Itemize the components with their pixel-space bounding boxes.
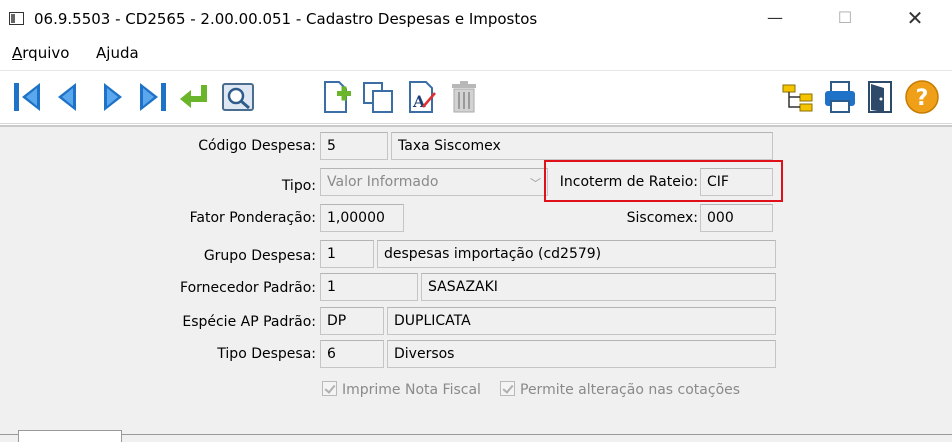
fornecedor-padrao-code-field[interactable]: 1 — [320, 273, 418, 301]
siscomex-field[interactable]: 000 — [700, 204, 773, 232]
tipo-select[interactable]: Valor Informado ﹀ — [320, 168, 548, 196]
tipo-despesa-code-field[interactable]: 6 — [320, 340, 384, 368]
codigo-despesa-label: Código Despesa: — [198, 138, 316, 154]
grupo-despesa-label: Grupo Despesa: — [203, 248, 316, 264]
tipo-select-value: Valor Informado — [327, 174, 439, 190]
maximize-button[interactable]: ☐ — [822, 0, 868, 38]
tipo-label: Tipo: — [281, 178, 316, 194]
permite-alteracao-checkbox[interactable]: Permite alteração nas cotações — [500, 381, 740, 398]
tipo-despesa-label: Tipo Despesa: — [217, 346, 316, 362]
exit-icon[interactable] — [862, 79, 898, 115]
app-window-icon — [9, 12, 24, 25]
fornecedor-padrao-desc-field: SASAZAKI — [421, 273, 776, 301]
toolbar: A ? — [0, 70, 952, 124]
grupo-despesa-code-field[interactable]: 1 — [320, 240, 374, 268]
copy-record-icon[interactable] — [360, 79, 396, 115]
menu-arquivo[interactable]: Arquivo — [12, 44, 69, 62]
print-icon[interactable] — [822, 79, 858, 115]
fator-ponderacao-field[interactable]: 1,00000 — [320, 204, 404, 232]
fator-ponderacao-label: Fator Ponderação: — [189, 210, 316, 226]
tab-strip — [0, 434, 952, 442]
tree-icon[interactable] — [780, 79, 816, 115]
window-title: 06.9.5503 - CD2565 - 2.00.00.051 - Cadas… — [34, 10, 538, 28]
imprime-nota-fiscal-label: Imprime Nota Fiscal — [342, 382, 481, 398]
especie-ap-label: Espécie AP Padrão: — [182, 314, 316, 330]
last-record-icon[interactable] — [134, 79, 170, 115]
menu-ajuda[interactable]: Ajuda — [96, 44, 139, 62]
incoterm-highlight-box — [544, 160, 783, 202]
edit-record-icon[interactable]: A — [404, 79, 440, 115]
imprime-nota-fiscal-checkbox[interactable]: Imprime Nota Fiscal — [322, 381, 481, 398]
minimize-button[interactable]: — — [752, 0, 798, 38]
codigo-despesa-code-field[interactable]: 5 — [320, 132, 388, 160]
checkbox-checked-icon — [322, 381, 337, 396]
next-record-icon[interactable] — [94, 79, 130, 115]
previous-record-icon[interactable] — [50, 79, 86, 115]
grupo-despesa-desc-field: despesas importação (cd2579) — [377, 240, 776, 268]
return-icon[interactable] — [176, 79, 212, 115]
checkbox-checked-icon — [500, 381, 515, 396]
svg-text:A: A — [412, 92, 426, 111]
siscomex-label: Siscomex: — [626, 210, 698, 226]
first-record-icon[interactable] — [10, 79, 46, 115]
codigo-despesa-desc-field: Taxa Siscomex — [391, 132, 773, 160]
new-record-icon[interactable] — [318, 79, 354, 115]
chevron-down-icon: ﹀ — [530, 177, 541, 190]
fornecedor-padrao-label: Fornecedor Padrão: — [180, 280, 316, 296]
title-bar: 06.9.5503 - CD2565 - 2.00.00.051 - Cadas… — [0, 0, 952, 38]
permite-alteracao-label: Permite alteração nas cotações — [520, 382, 741, 398]
tab-active[interactable] — [18, 430, 122, 442]
search-icon[interactable] — [220, 79, 256, 115]
close-button[interactable]: ✕ — [892, 0, 938, 38]
svg-text:?: ? — [916, 86, 929, 111]
help-icon[interactable]: ? — [904, 79, 940, 115]
especie-ap-desc-field: DUPLICATA — [387, 307, 776, 335]
especie-ap-code-field[interactable]: DP — [320, 307, 384, 335]
tipo-despesa-desc-field: Diversos — [387, 340, 776, 368]
delete-record-icon[interactable] — [446, 79, 482, 115]
menu-bar: Arquivo Ajuda — [0, 41, 952, 67]
